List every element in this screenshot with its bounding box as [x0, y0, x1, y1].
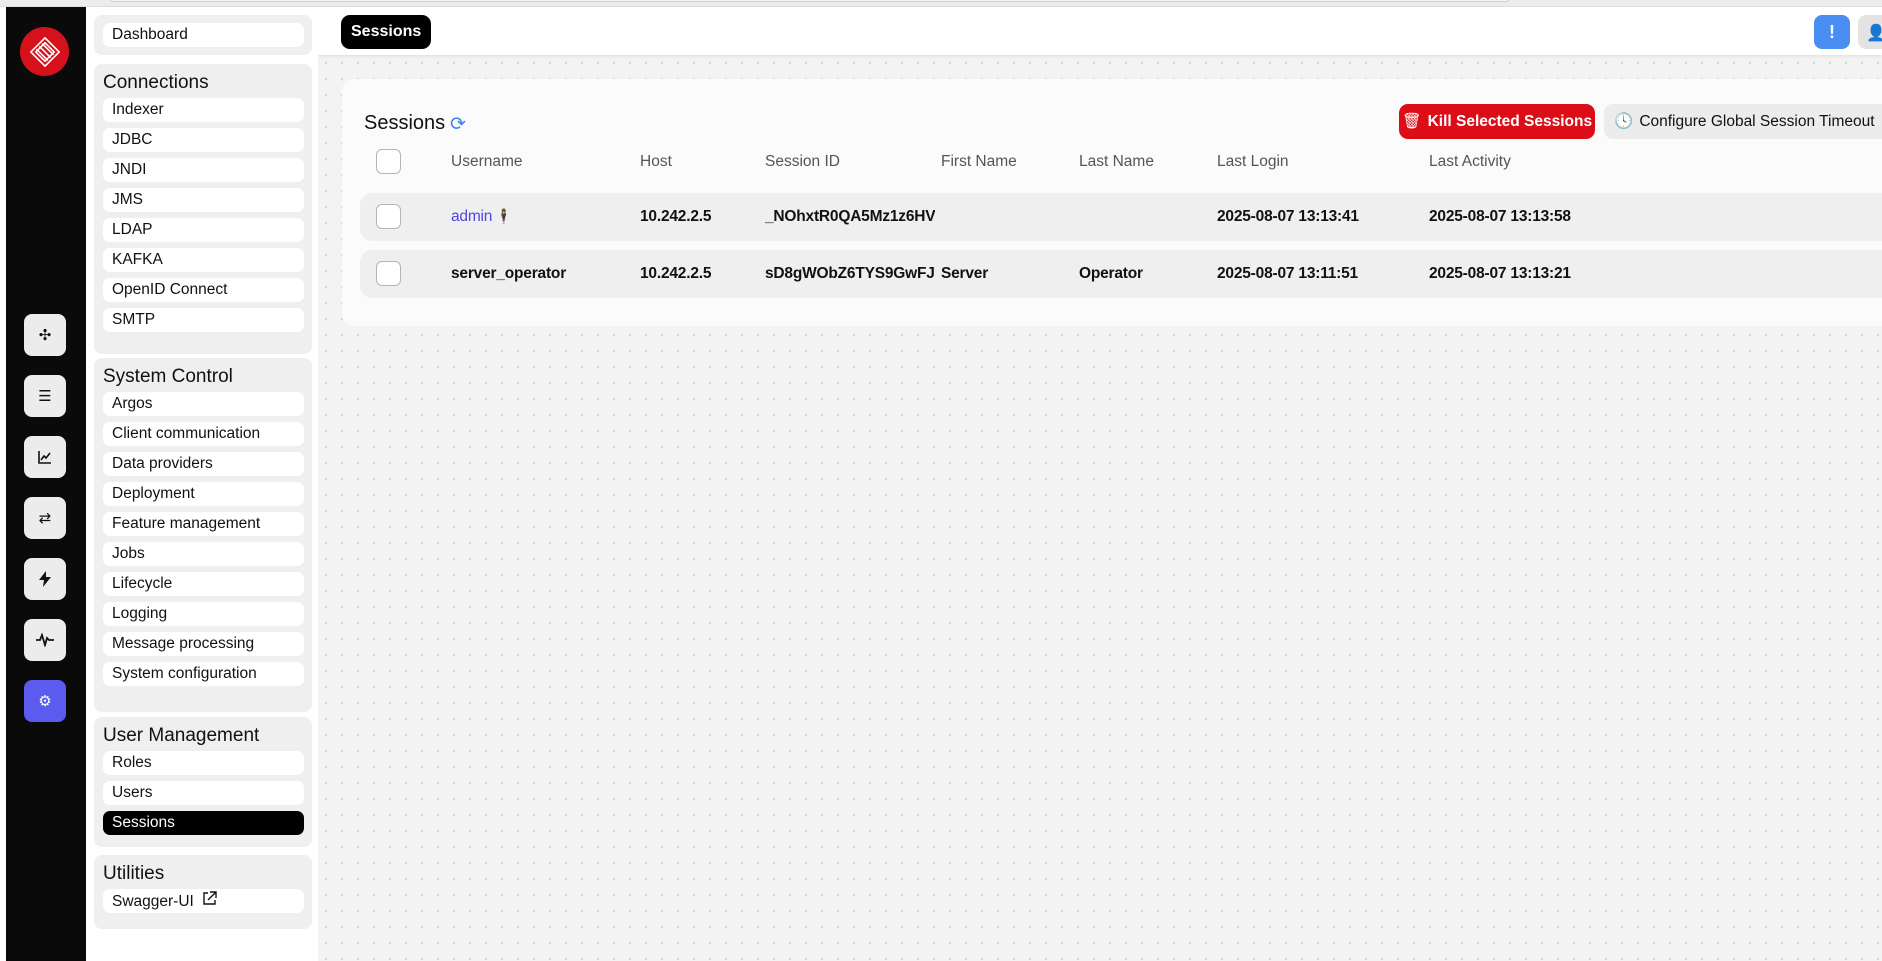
session-id-cell: sD8gWObZ6TYS9GwFJ…: [765, 265, 935, 282]
row-checkbox[interactable]: [376, 204, 401, 229]
nav-group-user-management: User Management Roles Users Sessions: [94, 717, 312, 847]
nav-item-feature-management[interactable]: Feature management: [103, 512, 304, 536]
nav-group-title: Connections: [103, 72, 209, 93]
nav-item-jndi[interactable]: JNDI: [103, 158, 304, 182]
person-icon: 🕴: [495, 209, 513, 225]
nav-item-jms[interactable]: JMS: [103, 188, 304, 212]
user-menu-button[interactable]: 👤: [1858, 15, 1882, 49]
heartbeat-icon: [36, 633, 54, 647]
user-icon: 👤: [1866, 22, 1882, 42]
nav-item-data-providers[interactable]: Data providers: [103, 452, 304, 476]
nav-group-utilities: Utilities Swagger-UI: [94, 855, 312, 929]
nav-item-lifecycle[interactable]: Lifecycle: [103, 572, 304, 596]
column-header-last-activity[interactable]: Last Activity: [1429, 138, 1511, 186]
rail-edge: [0, 7, 6, 961]
sessions-card: Sessions ⟳ 🗑 Kill Selected Sessions 🕓 Conf…: [342, 79, 1882, 326]
nav-item-message-processing[interactable]: Message processing: [103, 632, 304, 656]
nav-item-deployment[interactable]: Deployment: [103, 482, 304, 506]
nav-item-kafka[interactable]: KAFKA: [103, 248, 304, 272]
main-content: Sessions ! 👤 Sessions ⟳ 🗑 Kill Selected S…: [318, 7, 1882, 961]
clock-icon: 🕓: [1614, 112, 1634, 130]
nav-item-jobs[interactable]: Jobs: [103, 542, 304, 566]
host-cell: 10.242.2.5: [640, 208, 712, 225]
external-link-icon: [202, 889, 217, 913]
column-header-host[interactable]: Host: [640, 138, 672, 186]
configure-timeout-button[interactable]: 🕓 Configure Global Session Timeout: [1604, 104, 1882, 139]
nav-item-swagger-ui[interactable]: Swagger-UI: [103, 889, 304, 913]
row-checkbox[interactable]: [376, 261, 401, 286]
last-login-cell: 2025-08-07 13:13:41: [1217, 208, 1359, 225]
nav-group-title: Utilities: [103, 863, 165, 884]
nav-sidebar: Dashboard Connections Indexer JDBC JNDI …: [86, 7, 318, 961]
refresh-icon[interactable]: ⟳: [450, 113, 466, 135]
last-login-cell: 2025-08-07 13:11:51: [1217, 265, 1358, 282]
first-name-cell: Server: [941, 265, 989, 282]
nav-item-label: Swagger-UI: [112, 893, 194, 910]
nav-item-system-configuration[interactable]: System configuration: [103, 662, 304, 686]
address-bar: [110, 0, 1510, 2]
top-header: Sessions ! 👤: [318, 7, 1882, 55]
nav-item-client-communication[interactable]: Client communication: [103, 422, 304, 446]
trash-icon: 🗑: [1401, 112, 1422, 130]
username-link[interactable]: admin 🕴: [451, 193, 631, 241]
table-row[interactable]: server_operator 10.242.2.5 sD8gWObZ6TYS9…: [360, 250, 1882, 298]
lightning-icon: [39, 571, 51, 587]
nav-item-ldap[interactable]: LDAP: [103, 218, 304, 242]
exclamation-icon: !: [1829, 21, 1835, 42]
last-activity-cell: 2025-08-07 13:13:21: [1429, 265, 1571, 282]
nav-item-sessions[interactable]: Sessions: [103, 811, 304, 835]
username-cell: server_operator: [451, 265, 567, 282]
nav-item-indexer[interactable]: Indexer: [103, 98, 304, 122]
username-text: admin: [451, 208, 493, 225]
breadcrumb-sessions[interactable]: Sessions: [341, 15, 432, 49]
bolt-icon[interactable]: [24, 558, 66, 600]
column-header-first-name[interactable]: First Name: [941, 138, 1017, 186]
configure-button-label: Configure Global Session Timeout: [1639, 113, 1875, 130]
nav-item-smtp[interactable]: SMTP: [103, 308, 304, 332]
column-header-username[interactable]: Username: [451, 138, 523, 186]
nav-group-system-control: System Control Argos Client communicatio…: [94, 358, 312, 712]
last-name-cell: [1079, 193, 1209, 241]
nav-item-argos[interactable]: Argos: [103, 392, 304, 416]
table-header: Username Host Session ID First Name Last…: [360, 138, 1882, 186]
column-header-last-login[interactable]: Last Login: [1217, 138, 1289, 186]
host-cell: 10.242.2.5: [640, 265, 712, 282]
chart-icon[interactable]: [24, 436, 66, 478]
session-id-cell: _NOhxtR0QA5Mz1z6HV…: [765, 208, 935, 225]
card-title: Sessions: [364, 112, 446, 134]
nav-item-users[interactable]: Users: [103, 781, 304, 805]
notification-button[interactable]: !: [1814, 15, 1850, 49]
list-icon[interactable]: ☰: [24, 375, 66, 417]
logo-mark-icon: [29, 36, 60, 67]
nav-group-title: User Management: [103, 725, 260, 746]
select-all-checkbox[interactable]: [376, 149, 401, 174]
kill-button-label: Kill Selected Sessions: [1427, 113, 1593, 130]
app-logo[interactable]: [20, 27, 69, 76]
browser-strip: [0, 0, 1882, 7]
column-header-last-name[interactable]: Last Name: [1079, 138, 1154, 186]
last-activity-cell: 2025-08-07 13:13:58: [1429, 208, 1571, 225]
table-row[interactable]: admin 🕴 10.242.2.5 _NOhxtR0QA5Mz1z6HV… 20…: [360, 193, 1882, 241]
first-name-cell: [941, 193, 1071, 241]
last-name-cell: Operator: [1079, 265, 1143, 282]
nav-group-title: System Control: [103, 366, 233, 387]
nav-item-dashboard[interactable]: Dashboard: [103, 23, 304, 47]
pulse-icon[interactable]: [24, 619, 66, 661]
line-chart-icon: [38, 451, 51, 464]
nav-item-roles[interactable]: Roles: [103, 751, 304, 775]
swap-icon[interactable]: ⇄: [24, 497, 66, 539]
nav-item-logging[interactable]: Logging: [103, 602, 304, 626]
apps-icon[interactable]: ✣: [24, 314, 66, 356]
gear-icon[interactable]: ⚙: [24, 680, 66, 722]
nav-item-openid-connect[interactable]: OpenID Connect: [103, 278, 304, 302]
icon-rail: ✣ ☰ ⇄ ⚙: [0, 7, 86, 961]
nav-item-jdbc[interactable]: JDBC: [103, 128, 304, 152]
nav-group-connections: Connections Indexer JDBC JNDI JMS LDAP K…: [94, 64, 312, 354]
nav-group-dashboard: Dashboard: [94, 15, 312, 55]
column-header-session-id[interactable]: Session ID: [765, 138, 840, 186]
kill-selected-sessions-button[interactable]: 🗑 Kill Selected Sessions: [1399, 104, 1595, 139]
